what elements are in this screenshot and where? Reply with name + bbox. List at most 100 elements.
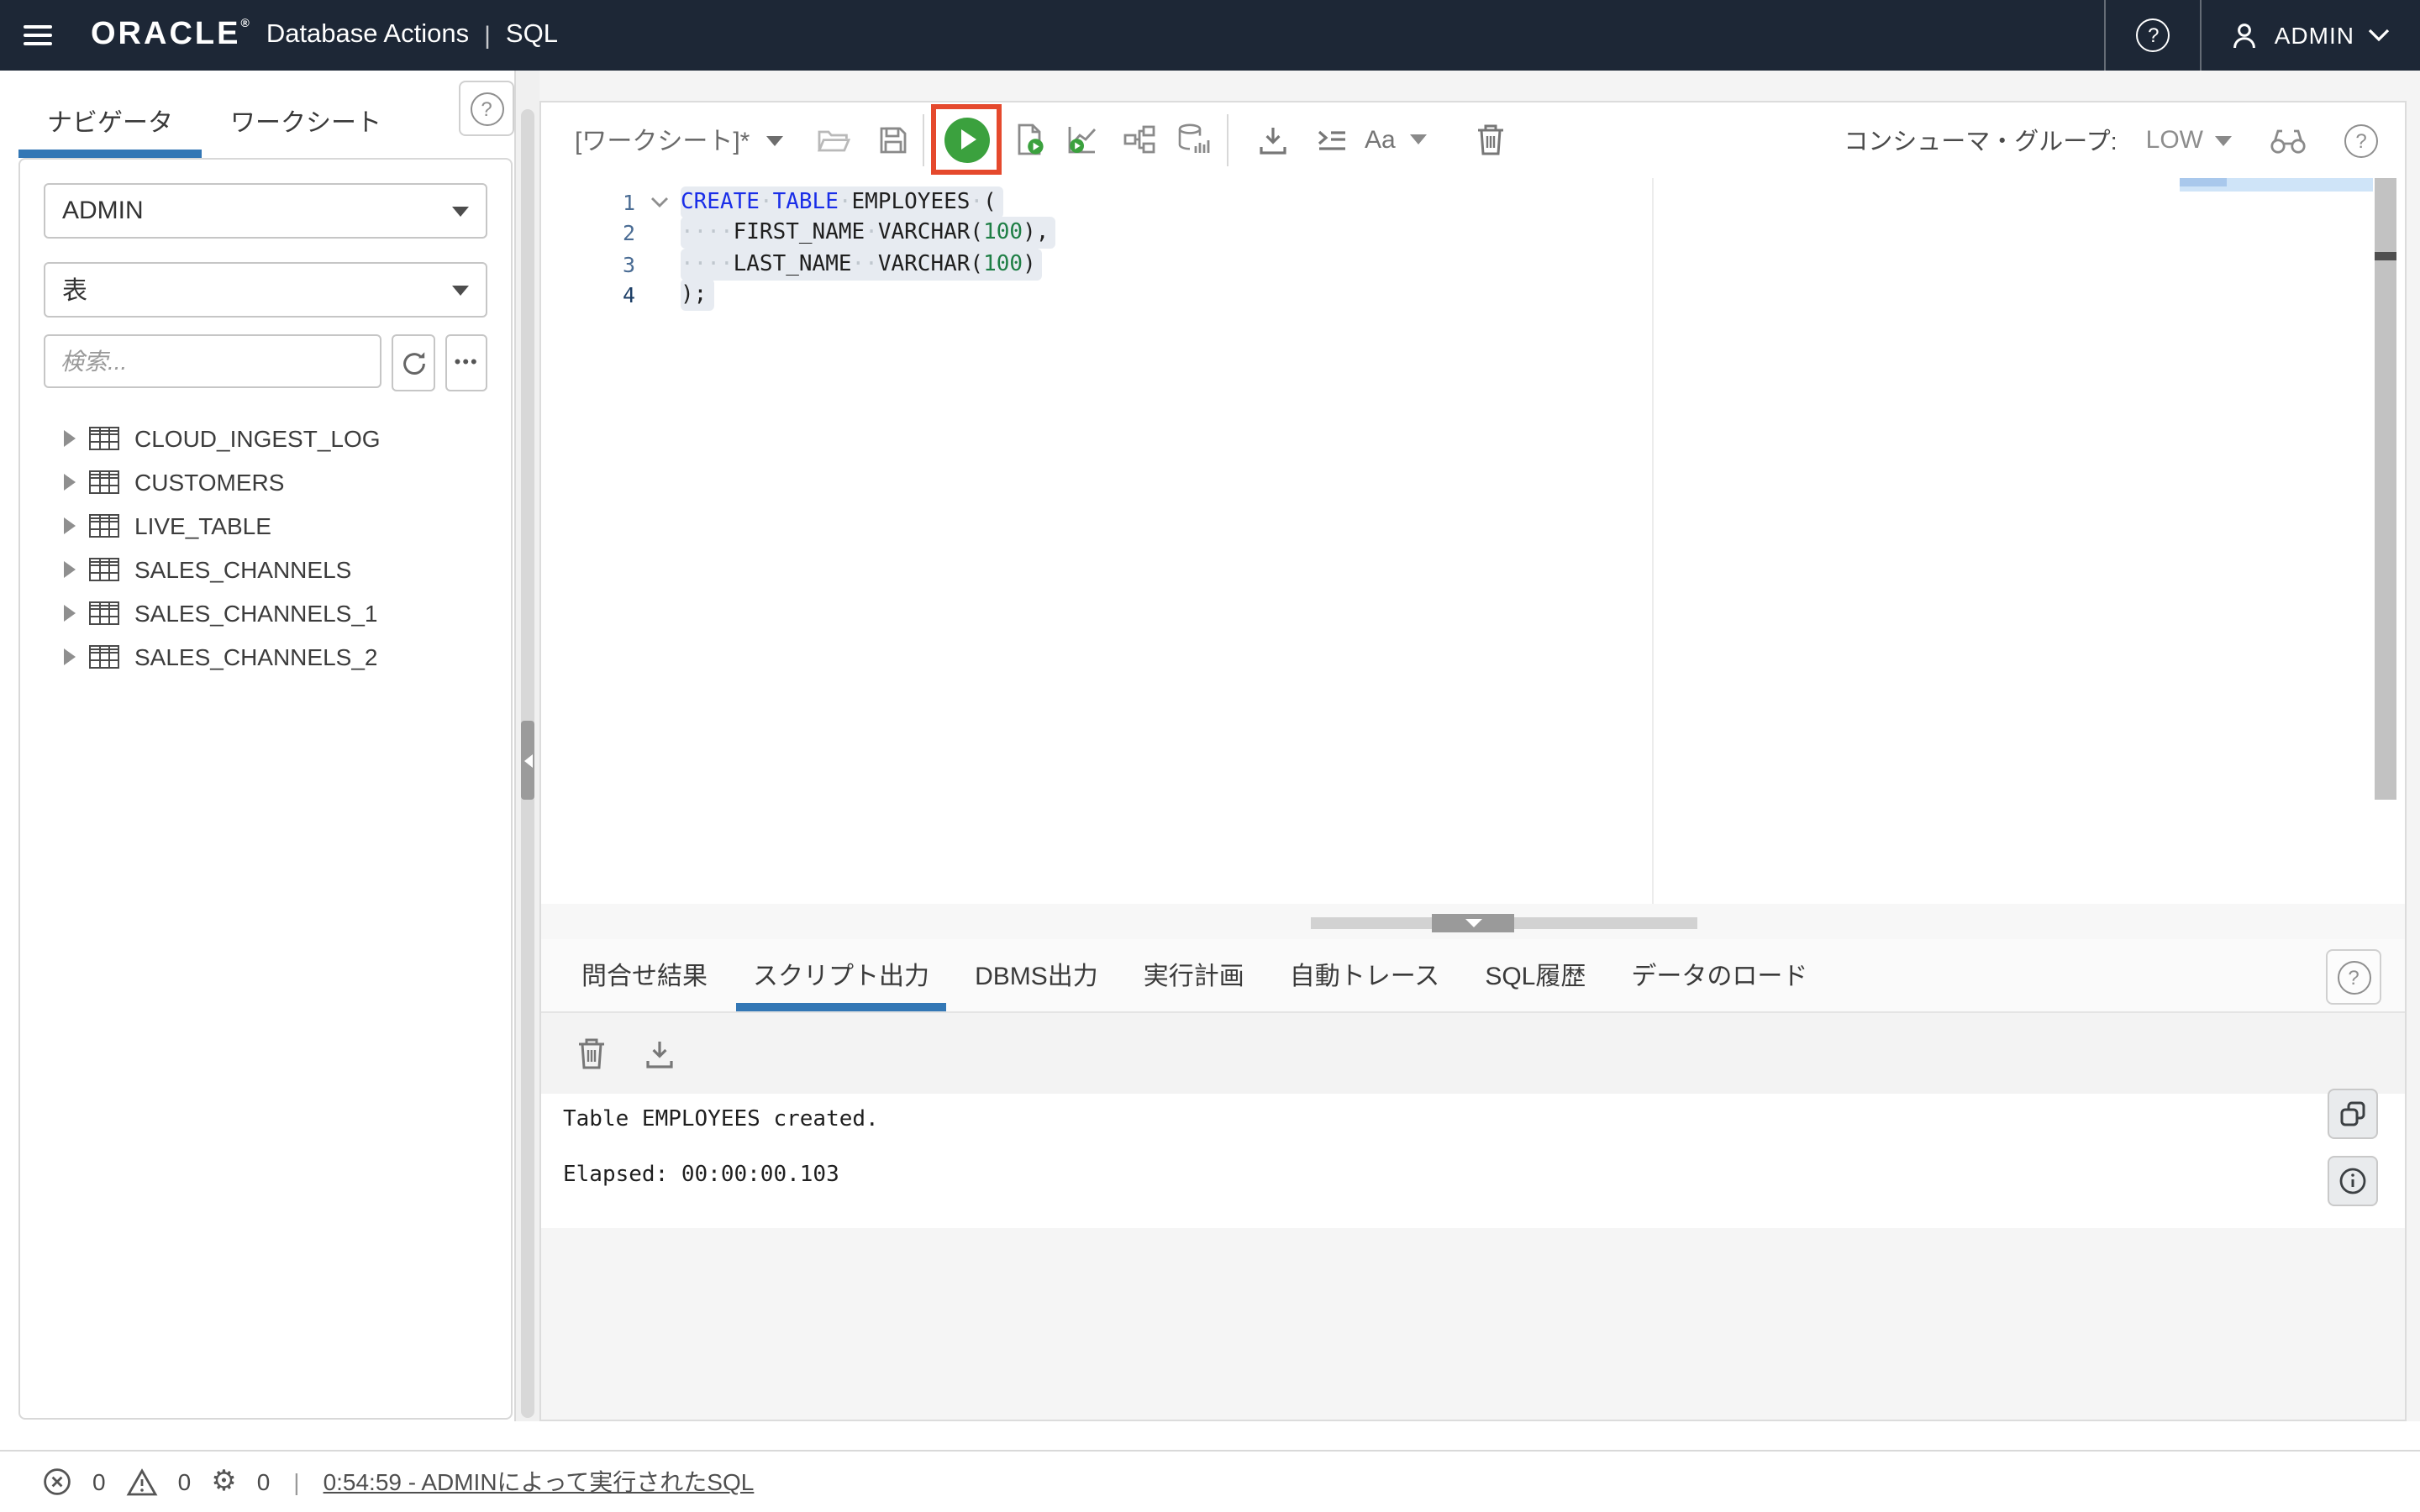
code-line[interactable]: 3 ····LAST_NAME··VARCHAR(100) (541, 248, 2405, 281)
worksheet-title: [ワークシート]* (575, 128, 750, 156)
expand-arrow-icon[interactable] (64, 430, 76, 447)
save-button[interactable] (864, 111, 921, 168)
selection-highlight: CREATE·TABLE·EMPLOYEES·( (681, 186, 1003, 218)
tree-item[interactable]: SALES_CHANNELS_1 (20, 591, 511, 635)
warnings-icon[interactable] (126, 1467, 158, 1496)
sidebar-tab[interactable]: ナビゲータ (18, 84, 203, 158)
copy-output-button[interactable] (2328, 1089, 2378, 1139)
app-header: ORACLE® Database Actions | SQL ? ADMIN (0, 0, 2420, 71)
code-text: ); (681, 279, 714, 312)
selection-highlight: ····FIRST_NAME·VARCHAR(100), (681, 217, 1056, 249)
results-collapse-handle[interactable] (1432, 914, 1514, 932)
consumer-group-value: LOW (2145, 126, 2203, 155)
process-count: 0 (256, 1468, 271, 1495)
tables-tree: CLOUD_INGEST_LOG CUSTOMERS LIVE_TABLE SALES… (20, 417, 511, 679)
header-help-button[interactable]: ? (2107, 0, 2201, 71)
tree-item[interactable]: SALES_CHANNELS (20, 548, 511, 591)
title-divider: | (484, 21, 491, 50)
explain-plan-icon (1123, 125, 1155, 154)
tree-item[interactable]: LIVE_TABLE (20, 504, 511, 548)
more-options-button[interactable]: ••• (445, 334, 487, 391)
download-icon (645, 1041, 672, 1068)
sidebar-help-button[interactable]: ? (459, 81, 514, 136)
copy-icon (2340, 1101, 2365, 1126)
results-tab[interactable]: 自動トレース (1273, 939, 1457, 1011)
results-tab[interactable]: スクリプト出力 (736, 939, 947, 1011)
hamburger-menu-icon[interactable] (0, 0, 64, 71)
results-splitter[interactable] (541, 904, 2405, 939)
table-icon (89, 514, 119, 538)
right-gap (2407, 71, 2420, 1421)
consumer-group-select[interactable]: LOW (2146, 126, 2232, 155)
status-separator: | (293, 1468, 300, 1495)
code-line[interactable]: 2 ····FIRST_NAME·VARCHAR(100), (541, 217, 2405, 249)
results-tab[interactable]: データのロード (1614, 939, 1824, 1011)
expand-arrow-icon[interactable] (64, 517, 76, 534)
worksheet-title-menu[interactable]: [ワークシート]* (575, 102, 784, 178)
output-info-button[interactable] (2328, 1156, 2378, 1206)
format-button[interactable] (1302, 111, 1360, 168)
tree-item[interactable]: CUSTOMERS (20, 460, 511, 504)
code-token: TABLE (772, 189, 839, 215)
results-tab[interactable]: DBMS出力 (958, 939, 1115, 1011)
help-icon: ? (470, 92, 503, 125)
code-token: 100 (983, 220, 1023, 246)
results-tab[interactable]: 実行計画 (1127, 939, 1261, 1011)
sidebar-splitter[interactable] (516, 71, 539, 1421)
run-script-button[interactable] (1002, 111, 1059, 168)
table-icon (89, 558, 119, 581)
code-line[interactable]: 1 CREATE·TABLE·EMPLOYEES·( (541, 186, 2405, 218)
results-help-button[interactable]: ? (2326, 949, 2381, 1005)
user-name: ADMIN (2274, 22, 2354, 49)
save-icon (879, 126, 906, 153)
results-tab[interactable]: 問合せ結果 (565, 939, 724, 1011)
sql-tuning-button[interactable] (1165, 111, 1222, 168)
processes-icon[interactable]: ⚙ (211, 1467, 237, 1496)
clear-worksheet-button[interactable] (1462, 111, 1519, 168)
output-toolbar (541, 1013, 2405, 1095)
autotrace-chart-icon (1068, 127, 1097, 154)
info-icon (2339, 1168, 2366, 1194)
sidebar-tab[interactable]: ワークシート (202, 84, 410, 158)
tree-item-label: SALES_CHANNELS_2 (134, 643, 378, 670)
object-type-select-value: 表 (62, 277, 88, 306)
refresh-button[interactable] (392, 334, 436, 391)
autotrace-button[interactable] (1054, 111, 1111, 168)
download-output-button[interactable] (630, 1025, 687, 1082)
search-input[interactable] (44, 334, 381, 388)
object-type-select[interactable]: 表 (44, 262, 487, 318)
trash-icon (1478, 124, 1503, 155)
explain-plan-button[interactable] (1111, 111, 1168, 168)
help-icon: ? (2136, 18, 2170, 52)
expand-arrow-icon[interactable] (64, 561, 76, 578)
run-statement-highlight-box[interactable] (931, 104, 1002, 175)
user-menu[interactable]: ADMIN (2202, 0, 2420, 71)
font-size-button[interactable]: Aa (1358, 111, 1434, 168)
tree-item[interactable]: SALES_CHANNELS_2 (20, 635, 511, 679)
code-token: ( (983, 189, 997, 215)
expand-arrow-icon[interactable] (64, 605, 76, 622)
code-line[interactable]: 4); (541, 279, 2405, 312)
editor-scrollbar[interactable] (2375, 178, 2396, 800)
open-file-button[interactable] (805, 111, 862, 168)
expand-arrow-icon[interactable] (64, 648, 76, 665)
sql-editor[interactable]: 1 CREATE·TABLE·EMPLOYEES·(2 ····FIRST_NAME… (541, 178, 2405, 912)
download-button[interactable] (1244, 111, 1301, 168)
code-token: VARCHAR( (877, 251, 984, 277)
sql-history-link[interactable]: 0:54:59 - ADMINによって実行されたSQL (324, 1465, 755, 1499)
sidebar-collapse-handle[interactable] (521, 721, 534, 800)
registered-mark: ® (240, 18, 250, 30)
errors-icon[interactable] (42, 1467, 72, 1497)
tree-item[interactable]: CLOUD_INGEST_LOG (20, 417, 511, 460)
chevron-down-icon (452, 206, 469, 216)
tree-item-label: CLOUD_INGEST_LOG (134, 425, 381, 452)
expand-arrow-icon[interactable] (64, 474, 76, 491)
results-tab[interactable]: SQL履歴 (1468, 939, 1602, 1011)
find-button[interactable] (2269, 126, 2307, 155)
module-title: SQL (505, 20, 558, 49)
tree-item-label: LIVE_TABLE (134, 512, 271, 539)
worksheet-help-button[interactable]: ? (2344, 123, 2378, 157)
schema-select[interactable]: ADMIN (44, 183, 487, 239)
clear-output-button[interactable] (563, 1025, 620, 1082)
fold-chevron-icon[interactable] (639, 197, 681, 208)
